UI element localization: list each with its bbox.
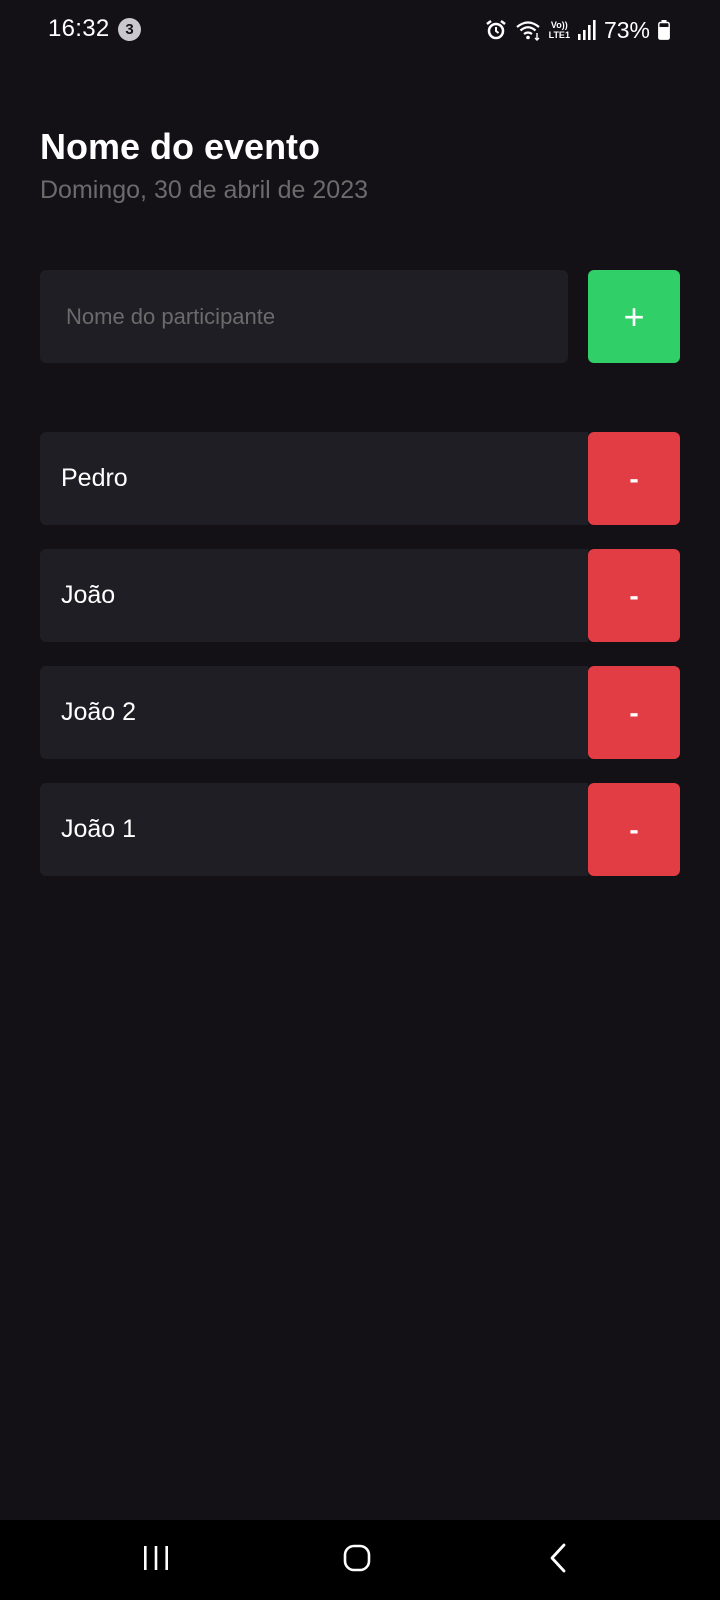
status-bar: 16:32 3 Vo)) LTE1 73% [0, 0, 720, 64]
alarm-icon [485, 19, 507, 41]
wifi-icon [515, 19, 541, 41]
status-icons: Vo)) LTE1 73% [485, 13, 670, 47]
participant-name: João 2 [61, 698, 137, 726]
participant-item: Pedro - [40, 432, 680, 525]
participant-name: João 1 [61, 815, 137, 843]
event-date: Domingo, 30 de abril de 2023 [40, 176, 369, 204]
participant-card: João 2 [40, 666, 588, 759]
participant-item: João - [40, 549, 680, 642]
participant-name: Pedro [61, 464, 128, 492]
back-icon [549, 1543, 567, 1578]
participant-list: Pedro - João - João 2 - João 1 - [40, 432, 680, 900]
network-type-label: Vo)) LTE1 [548, 20, 570, 40]
signal-icon [577, 20, 596, 40]
status-time: 16:32 [48, 15, 110, 42]
notification-count-badge: 3 [118, 18, 141, 41]
back-button[interactable] [518, 1520, 598, 1600]
page-title: Nome do evento [40, 126, 321, 167]
participant-card: João 1 [40, 783, 588, 876]
remove-participant-button[interactable]: - [588, 666, 680, 759]
participant-name-input[interactable] [40, 270, 568, 363]
participant-item: João 1 - [40, 783, 680, 876]
participant-name: João [61, 581, 116, 609]
battery-icon [658, 20, 670, 40]
recent-apps-icon [143, 1545, 169, 1575]
recent-apps-button[interactable] [116, 1520, 196, 1600]
system-nav-bar [0, 1520, 720, 1600]
participant-card: Pedro [40, 432, 588, 525]
add-participant-button[interactable]: + [588, 270, 680, 363]
participant-card: João [40, 549, 588, 642]
participant-item: João 2 - [40, 666, 680, 759]
home-button[interactable] [317, 1520, 397, 1600]
remove-participant-button[interactable]: - [588, 783, 680, 876]
remove-participant-button[interactable]: - [588, 549, 680, 642]
home-icon [343, 1544, 371, 1577]
battery-percent: 73% [603, 16, 650, 43]
remove-participant-button[interactable]: - [588, 432, 680, 525]
